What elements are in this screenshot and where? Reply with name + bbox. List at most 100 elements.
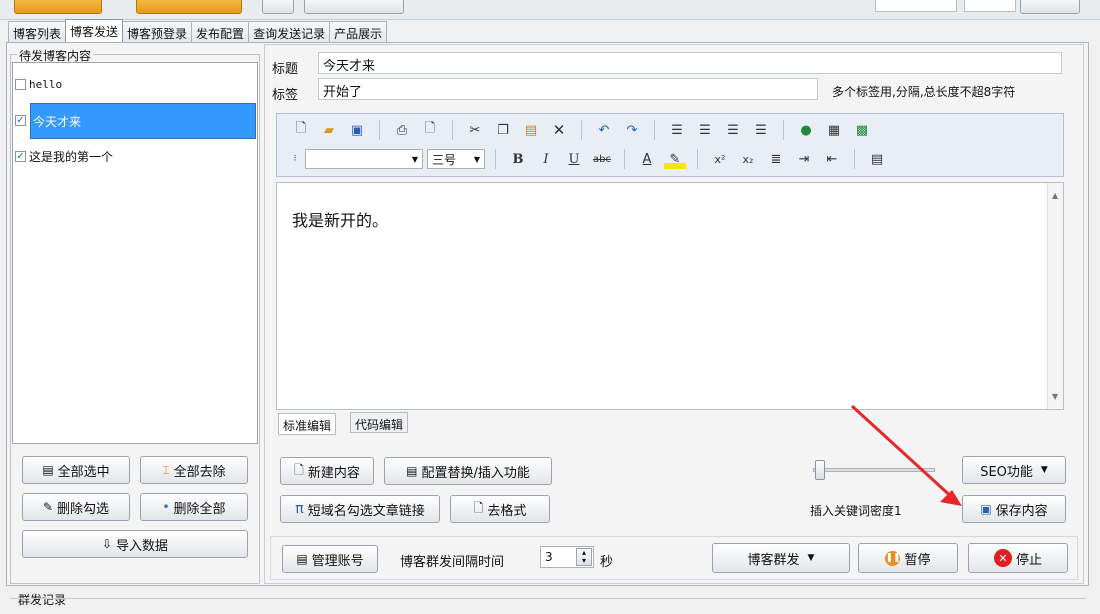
tab-strip: 博客列表 博客发送 博客预登录 发布配置 查询发送记录 产品展示 bbox=[8, 19, 388, 42]
checkbox[interactable]: ✓ bbox=[15, 150, 26, 162]
import-data-button[interactable]: ⇩ 导入数据 bbox=[22, 530, 248, 558]
subscript-button[interactable]: x₂ bbox=[737, 149, 759, 169]
deselect-all-button[interactable]: ⌶ 全部去除 bbox=[140, 456, 248, 484]
image-icon[interactable]: ▩ bbox=[851, 120, 873, 140]
delete-all-button[interactable]: • 删除全部 bbox=[140, 493, 248, 521]
top-button-5[interactable] bbox=[1020, 0, 1080, 14]
scroll-up-icon[interactable]: ▲ bbox=[1052, 191, 1058, 200]
cut-icon[interactable]: ✂ bbox=[464, 120, 486, 140]
font-size-select[interactable]: 三号 ▼ bbox=[427, 149, 485, 169]
undo-icon[interactable]: ↶ bbox=[593, 120, 615, 140]
copy-icon[interactable]: ❐ bbox=[492, 120, 514, 140]
strike-button[interactable]: abc bbox=[591, 149, 613, 169]
tab-standard-edit[interactable]: 标准编辑 bbox=[278, 413, 337, 435]
italic-button[interactable]: I bbox=[535, 149, 557, 169]
keyword-density-slider[interactable] bbox=[815, 460, 825, 480]
stop-button[interactable]: ✕ 停止 bbox=[968, 543, 1068, 573]
seo-dropdown-button[interactable]: SEO功能 ▼ bbox=[962, 456, 1066, 484]
align-left-icon[interactable]: ☰ bbox=[666, 120, 688, 140]
new-doc-icon[interactable]: 🗋 bbox=[290, 120, 312, 140]
indent-icon[interactable]: ⇥ bbox=[793, 149, 815, 169]
list-item-label: 这是我的第一个 bbox=[29, 149, 114, 164]
chevron-down-icon: ▼ bbox=[411, 154, 418, 164]
top-button-1[interactable] bbox=[14, 0, 102, 14]
keyword-density-track[interactable] bbox=[813, 468, 935, 472]
top-button-4[interactable] bbox=[304, 0, 404, 14]
doc-icon: 🗋 bbox=[473, 500, 484, 515]
tag-input[interactable]: 开始了 bbox=[318, 78, 818, 100]
font-name-select[interactable]: ▼ bbox=[305, 149, 423, 169]
list-item[interactable]: hello bbox=[15, 75, 62, 93]
config-replace-button[interactable]: ▤ 配置替换/插入功能 bbox=[384, 457, 552, 485]
link-icon[interactable]: ● bbox=[795, 120, 817, 140]
pause-button[interactable]: ❚❚ 暂停 bbox=[858, 543, 958, 573]
tab-send-records[interactable]: 查询发送记录 bbox=[248, 21, 331, 42]
top-field[interactable] bbox=[875, 0, 957, 12]
checkbox[interactable]: ✓ bbox=[15, 114, 26, 126]
list-icon[interactable]: ≣ bbox=[765, 149, 787, 169]
delete-icon[interactable]: ✕ bbox=[548, 120, 570, 140]
highlight-icon[interactable]: ✎ bbox=[664, 149, 686, 169]
align-right-icon[interactable]: ☰ bbox=[722, 120, 744, 140]
list-item-checkbox[interactable]: ✓ bbox=[15, 111, 29, 129]
account-icon: ▤ bbox=[296, 552, 308, 566]
manage-account-button[interactable]: ▤ 管理账号 bbox=[282, 545, 378, 573]
chevron-down-icon: ▼ bbox=[1040, 465, 1048, 475]
tab-code-edit[interactable]: 代码编辑 bbox=[350, 412, 409, 433]
checkbox[interactable] bbox=[15, 78, 26, 90]
pending-blog-list[interactable]: hello ✓ 今天才来 ✓ 这是我的第一个 bbox=[12, 62, 258, 444]
tab-blog-list[interactable]: 博客列表 bbox=[8, 21, 67, 42]
save-icon[interactable]: ▣ bbox=[346, 120, 368, 140]
top-button-2[interactable] bbox=[136, 0, 242, 14]
print-icon[interactable]: ⎙ bbox=[391, 120, 413, 140]
outdent-icon[interactable]: ⇤ bbox=[821, 149, 843, 169]
select-all-button[interactable]: ▤ 全部选中 bbox=[22, 456, 130, 484]
open-folder-icon[interactable]: ▰ bbox=[318, 120, 340, 140]
grip-icon: ⁝ bbox=[293, 154, 297, 164]
separator bbox=[783, 120, 784, 140]
delete-checked-button[interactable]: ✎ 删除勾选 bbox=[22, 493, 130, 521]
new-content-button[interactable]: 🗋 新建内容 bbox=[280, 457, 374, 485]
separator bbox=[581, 120, 582, 140]
spinner-arrows-icon[interactable]: ▴ ▾ bbox=[576, 548, 592, 566]
superscript-button[interactable]: x² bbox=[709, 149, 731, 169]
deselect-all-icon: ⌶ bbox=[162, 462, 170, 477]
import-icon: ⇩ bbox=[101, 537, 113, 551]
underline-button[interactable]: U bbox=[563, 149, 585, 169]
clear-format-button[interactable]: 🗋 去格式 bbox=[450, 495, 550, 523]
paste-icon[interactable]: ▤ bbox=[520, 120, 542, 140]
print-preview-icon[interactable]: 🗋 bbox=[419, 120, 441, 140]
table-icon[interactable]: ▦ bbox=[823, 120, 845, 140]
pi-icon: π bbox=[295, 501, 304, 517]
title-input[interactable]: 今天才来 bbox=[318, 52, 1062, 74]
send-log-frame bbox=[10, 598, 1086, 599]
content-editor[interactable]: 我是新开的。 ▲ ▼ bbox=[276, 182, 1064, 410]
short-domain-button[interactable]: π 短域名勾选文章链接 bbox=[280, 495, 440, 523]
list-item-label: 今天才来 bbox=[33, 114, 82, 129]
top-field-2[interactable] bbox=[964, 0, 1016, 12]
top-toolbar bbox=[0, 0, 1100, 20]
top-button-3[interactable] bbox=[262, 0, 294, 14]
font-color-button[interactable]: A bbox=[636, 149, 658, 169]
tab-blog-send[interactable]: 博客发送 bbox=[65, 19, 124, 42]
list-item-selected[interactable]: 今天才来 bbox=[30, 103, 256, 139]
bold-button[interactable]: B bbox=[507, 149, 529, 169]
title-label: 标题 bbox=[272, 62, 299, 77]
list-item[interactable]: ✓ 这是我的第一个 bbox=[15, 147, 113, 165]
paragraph-icon[interactable]: ▤ bbox=[866, 149, 888, 169]
scroll-down-icon[interactable]: ▼ bbox=[1052, 392, 1058, 401]
interval-spinner[interactable]: 3 ▴ ▾ bbox=[540, 546, 594, 568]
separator bbox=[624, 149, 625, 169]
editor-scrollbar[interactable]: ▲ ▼ bbox=[1047, 183, 1063, 409]
tab-blog-prelogin[interactable]: 博客预登录 bbox=[122, 21, 193, 42]
interval-unit: 秒 bbox=[600, 555, 614, 570]
justify-icon[interactable]: ☰ bbox=[750, 120, 772, 140]
mass-send-button[interactable]: 博客群发 ▼ bbox=[712, 543, 850, 573]
editor-content[interactable]: 我是新开的。 bbox=[292, 207, 388, 231]
redo-icon[interactable]: ↷ bbox=[621, 120, 643, 140]
align-center-icon[interactable]: ☰ bbox=[694, 120, 716, 140]
tab-products[interactable]: 产品展示 bbox=[329, 21, 388, 42]
separator bbox=[379, 120, 380, 140]
save-content-button[interactable]: ▣ 保存内容 bbox=[962, 495, 1066, 523]
tab-publish-config[interactable]: 发布配置 bbox=[191, 21, 250, 42]
